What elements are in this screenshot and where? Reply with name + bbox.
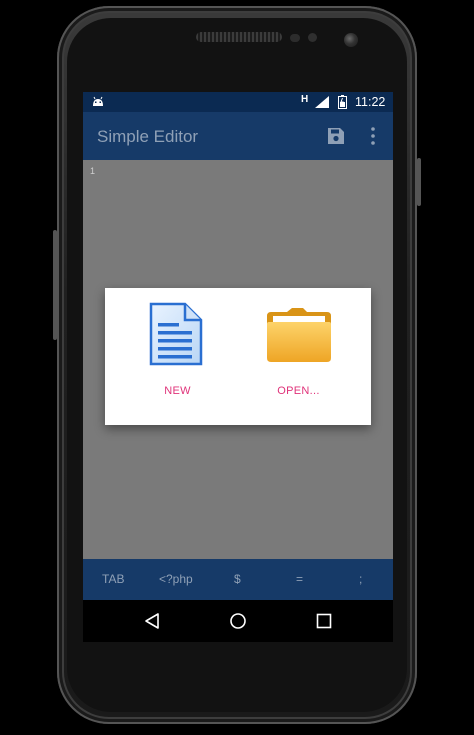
signal-icon [315, 96, 329, 108]
navigation-bar [83, 600, 393, 642]
battery-icon [338, 95, 347, 109]
php-tag-button[interactable]: <?php [159, 572, 193, 586]
file-dialog: NEW OPEN... [105, 288, 371, 425]
proximity-sensor [290, 34, 300, 42]
android-debug-icon [93, 96, 103, 106]
app-title: Simple Editor [97, 127, 199, 146]
bottom-toolbar: TAB <?php $ = ; [83, 559, 393, 600]
new-document-icon [149, 302, 203, 366]
open-file-option[interactable]: OPEN... [238, 288, 371, 425]
power-button [417, 158, 421, 206]
open-file-label: OPEN... [277, 385, 320, 397]
line-number: 1 [90, 166, 96, 176]
new-file-label: NEW [164, 385, 191, 397]
more-vert-icon[interactable] [365, 126, 381, 146]
speaker-grille [196, 32, 282, 42]
semicolon-button[interactable]: ; [359, 572, 362, 586]
device-screen: H 11:22 Simple Editor 1 NEW OPEN... TAB … [83, 92, 393, 642]
status-time: 11:22 [355, 95, 386, 109]
recents-icon[interactable] [315, 612, 333, 630]
folder-icon [267, 308, 331, 362]
home-icon[interactable] [229, 612, 247, 630]
new-file-option[interactable]: NEW [105, 288, 238, 425]
network-type: H [301, 94, 309, 105]
save-icon[interactable] [327, 127, 345, 145]
tab-key-button[interactable]: TAB [102, 572, 124, 586]
equals-button[interactable]: = [296, 572, 303, 586]
back-icon[interactable] [143, 612, 161, 630]
status-bar: H 11:22 [83, 92, 393, 112]
front-camera [344, 33, 358, 47]
light-sensor [308, 33, 317, 42]
app-bar: Simple Editor [83, 112, 393, 160]
volume-button [53, 230, 57, 340]
dollar-button[interactable]: $ [234, 572, 241, 586]
